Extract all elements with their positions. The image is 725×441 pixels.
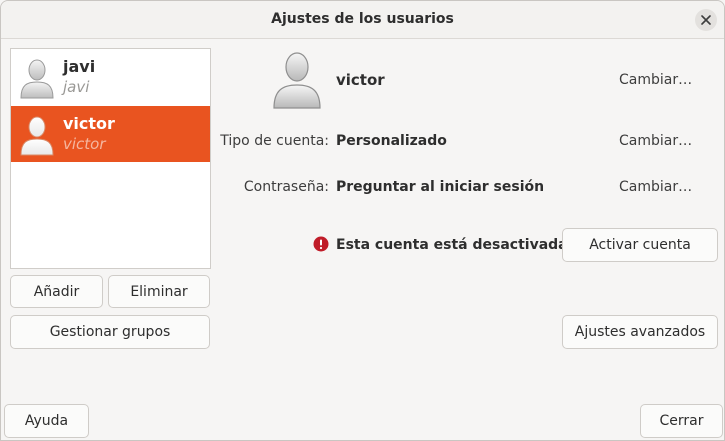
help-button[interactable]: Ayuda: [4, 404, 89, 438]
close-icon: [701, 15, 711, 25]
account-disabled-message: Esta cuenta está desactivada.: [336, 237, 573, 253]
add-user-button[interactable]: Añadir: [10, 275, 103, 308]
user-name: javi: [63, 57, 96, 76]
close-button[interactable]: [695, 9, 717, 31]
change-account-type-link[interactable]: Cambiar…: [619, 133, 692, 149]
dialog-window: Ajustes de los usuarios javi javi victor…: [0, 0, 725, 441]
user-avatar-icon: [20, 59, 54, 99]
window-title: Ajustes de los usuarios: [271, 11, 454, 27]
account-type-value: Personalizado: [336, 133, 447, 149]
change-name-link[interactable]: Cambiar…: [619, 72, 692, 88]
password-value: Preguntar al iniciar sesión: [336, 179, 545, 195]
password-label: Contraseña:: [243, 179, 329, 195]
change-password-link[interactable]: Cambiar…: [619, 179, 692, 195]
remove-user-button[interactable]: Eliminar: [108, 275, 210, 308]
user-list: javi javi victor victor: [10, 48, 211, 269]
user-row-javi[interactable]: javi javi: [11, 49, 210, 105]
advanced-settings-button[interactable]: Ajustes avanzados: [562, 315, 718, 349]
user-avatar-icon: [20, 116, 54, 156]
user-login: victor: [63, 135, 106, 153]
user-avatar-icon: [273, 52, 321, 109]
activate-account-button[interactable]: Activar cuenta: [562, 228, 718, 262]
titlebar: Ajustes de los usuarios: [1, 1, 724, 39]
user-fullname: victor: [336, 71, 385, 89]
user-row-victor[interactable]: victor victor: [11, 106, 210, 162]
user-name: victor: [63, 114, 115, 133]
account-type-label: Tipo de cuenta:: [220, 133, 329, 149]
close-dialog-button[interactable]: Cerrar: [640, 404, 723, 438]
user-login: javi: [63, 78, 90, 96]
error-icon: [313, 236, 329, 252]
manage-groups-button[interactable]: Gestionar grupos: [10, 315, 210, 349]
